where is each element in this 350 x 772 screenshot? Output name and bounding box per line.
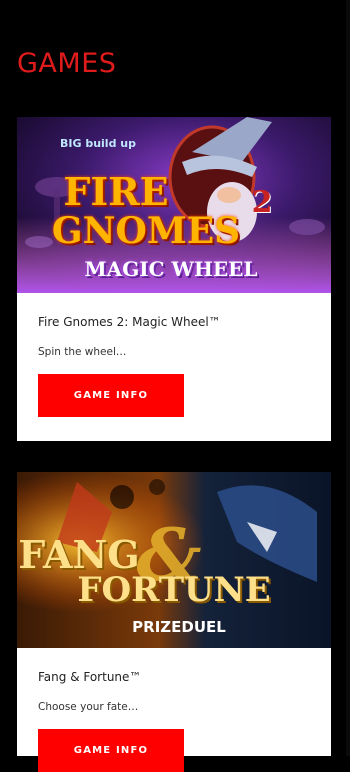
game-description: Choose your fate…: [38, 701, 139, 713]
game-artwork-fang-fortune[interactable]: FANG & FORTUNE PRIZEDUEL: [17, 472, 331, 648]
game-description: Spin the wheel…: [38, 346, 127, 358]
game-title: Fang & Fortune™: [38, 670, 142, 684]
game-info-button[interactable]: GAME INFO: [38, 729, 184, 772]
art-subtitle: PRIZEDUEL: [132, 618, 226, 636]
art-title-line-2: FORTUNE: [77, 570, 271, 610]
game-title: Fire Gnomes 2: Magic Wheel™: [38, 315, 221, 329]
game-info-button[interactable]: GAME INFO: [38, 374, 184, 417]
big-build-up-badge: BIG build up: [60, 137, 136, 150]
page-title: GAMES: [17, 48, 117, 79]
game-artwork-fire-gnomes[interactable]: BIG build up FIRE GNOMES 2 MAGIC WHEEL: [17, 117, 331, 293]
game-card-fire-gnomes: BIG build up FIRE GNOMES 2 MAGIC WHEEL F…: [17, 117, 331, 441]
scrollbar[interactable]: [346, 0, 350, 756]
art-subtitle: MAGIC WHEEL: [84, 257, 258, 281]
art-title-number: 2: [251, 185, 273, 220]
game-card-fang-fortune: FANG & FORTUNE PRIZEDUEL Fang & Fortune™…: [17, 472, 331, 772]
